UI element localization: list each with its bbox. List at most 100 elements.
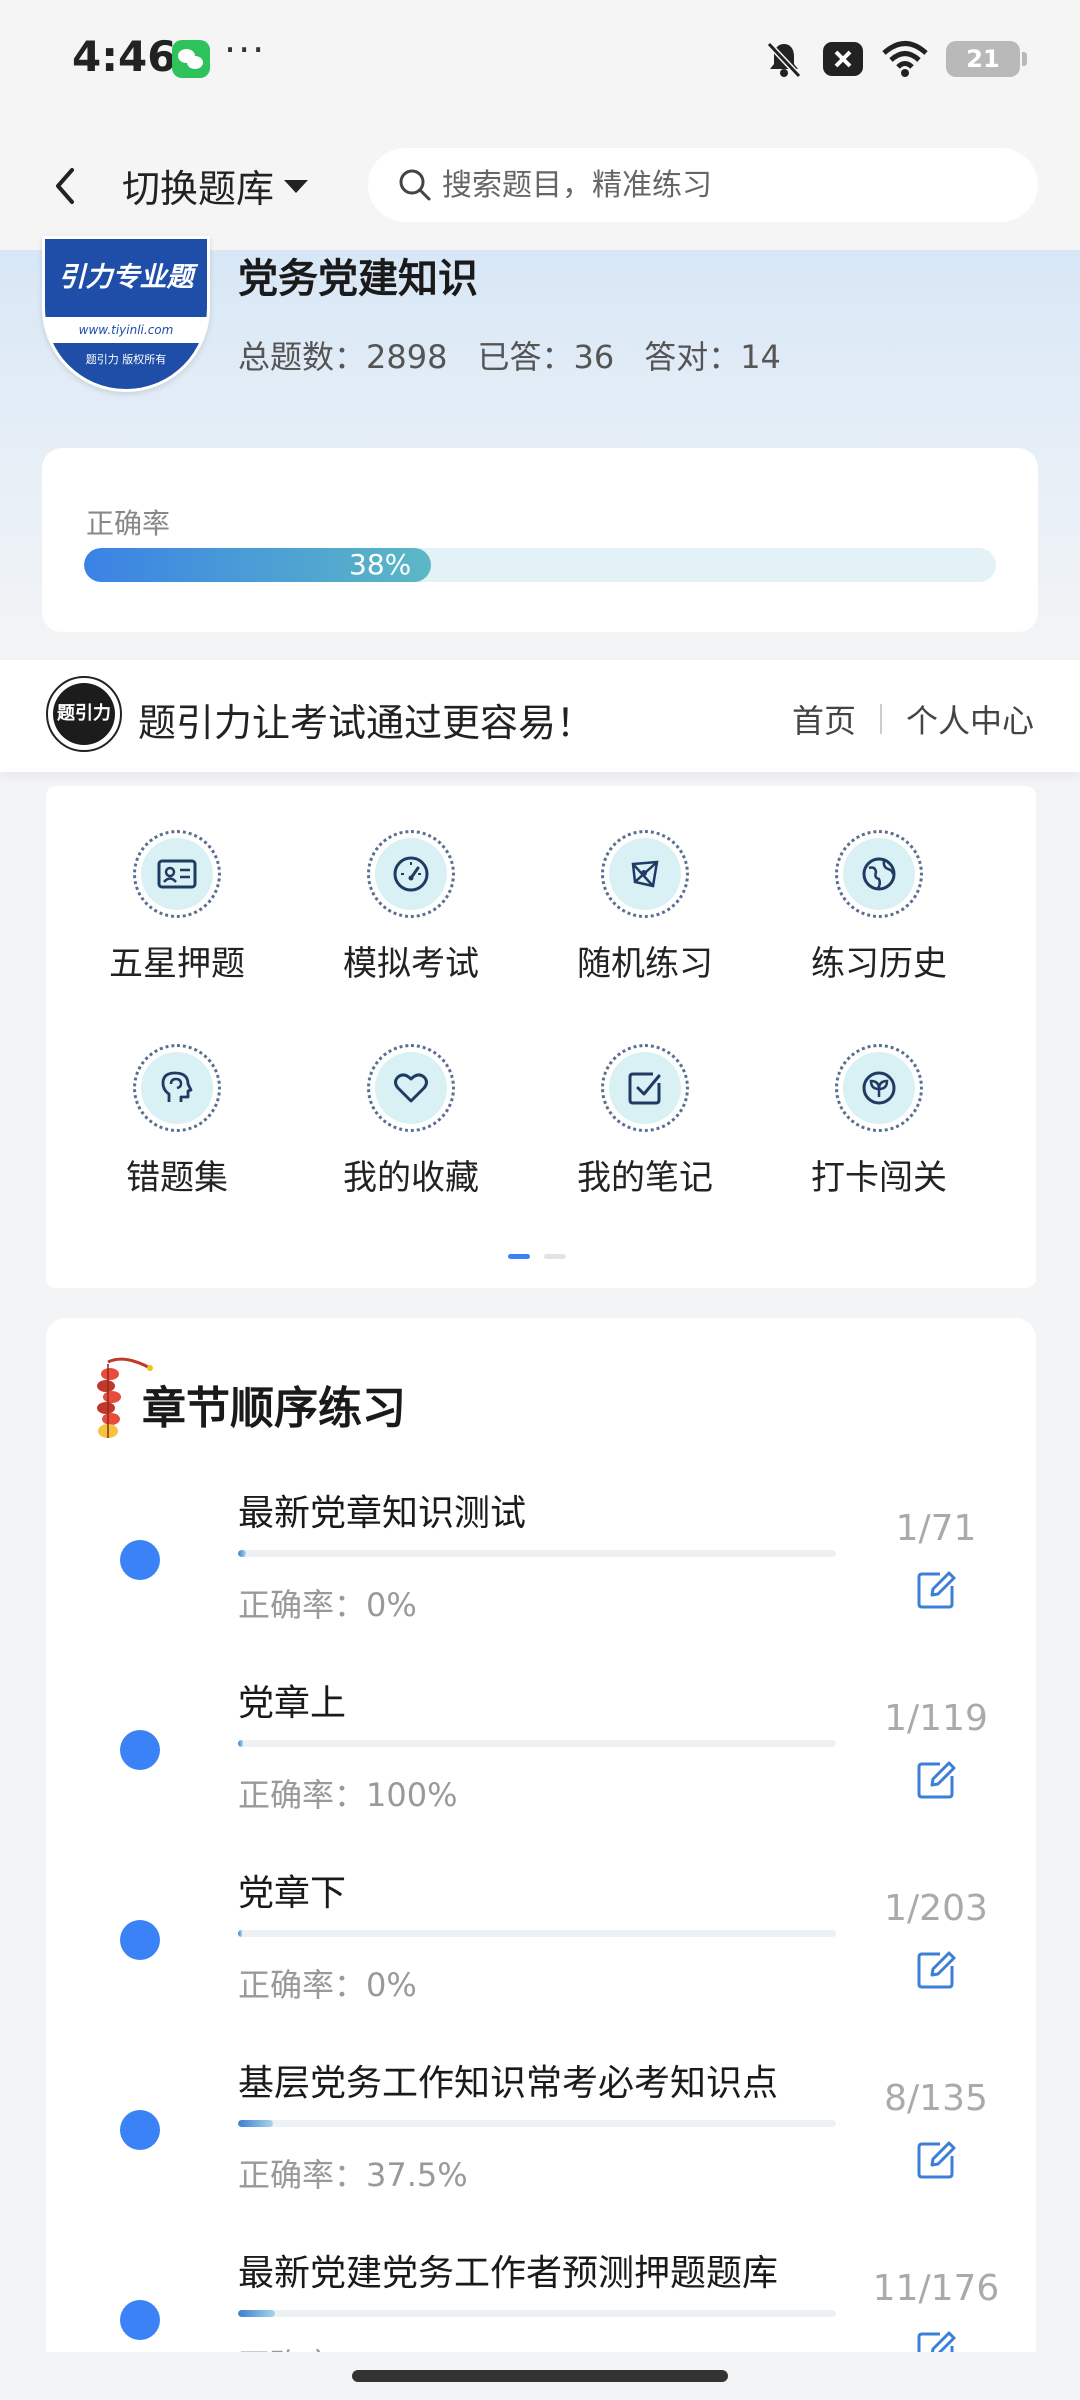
function-grid: 五星押题 模拟考试 随机练习 练习历史 错题集 我的收藏 我的笔记 打卡闯关 [46, 786, 1036, 1288]
chapter-count: 1/71 [895, 1508, 977, 1549]
ad-logo: 题引力 [46, 676, 122, 752]
chapter-progress-fill [238, 2120, 273, 2127]
grid-icon-ring [835, 1044, 923, 1132]
chapter-dot [120, 1730, 160, 1770]
accuracy-percent: 38% [349, 548, 412, 581]
bank-logo-copyright: 题引力 版权所有 [45, 343, 207, 389]
section-title: 章节顺序练习 [142, 1383, 406, 1434]
chapter-row[interactable]: 党章下 正确率：0% 1/203 [0, 1860, 1080, 2050]
function-label: 练习历史 [811, 944, 947, 984]
ad-slogan: 题引力让考试通过更容易！ [138, 701, 595, 745]
chapter-progress-bar [238, 1740, 836, 1747]
note-check-icon [628, 1072, 661, 1105]
chapter-title: 党章下 [238, 1873, 347, 1914]
grid-icon-ring [367, 1044, 455, 1132]
grid-icon-ring [601, 1044, 689, 1132]
home-indicator[interactable] [352, 2370, 728, 2382]
chapter-dot [120, 1920, 160, 1960]
bank-logo: 引力专业题 www.tiyinli.com 题引力 版权所有 [42, 236, 210, 392]
search-icon [399, 169, 431, 201]
chapter-progress-bar [238, 1930, 836, 1937]
chapter-accuracy: 正确率：100% [238, 1776, 458, 1814]
function-wrong-questions[interactable]: 错题集 [60, 1044, 294, 1199]
edit-icon[interactable] [914, 1948, 958, 1992]
chapter-accuracy: 正确率：37.5% [238, 2156, 468, 2194]
heart-icon [394, 1073, 428, 1103]
function-random-practice[interactable]: 随机练习 [528, 830, 762, 985]
status-time: 4:46 [72, 32, 177, 81]
chapter-title: 最新党章知识测试 [238, 1493, 527, 1534]
chapter-row[interactable]: 基层党务工作知识常考必考知识点 正确率：37.5% 8/135 [0, 2050, 1080, 2240]
accuracy-progress-bar: 38% [84, 548, 996, 582]
chapter-row[interactable]: 党章上 正确率：100% 1/119 [0, 1670, 1080, 1860]
accuracy-label: 正确率 [86, 507, 171, 540]
switch-bank-button[interactable]: 切换题库 [122, 158, 309, 213]
chapter-dot [120, 2110, 160, 2150]
function-notes[interactable]: 我的笔记 [528, 1044, 762, 1199]
chapter-progress-fill [238, 1740, 243, 1747]
sprout-icon [862, 1071, 896, 1105]
chapter-title: 基层党务工作知识常考必考知识点 [238, 2063, 779, 2104]
function-five-star[interactable]: 五星押题 [60, 830, 294, 985]
grid-icon-ring [835, 830, 923, 918]
link-divider [879, 704, 882, 734]
chapter-accuracy: 正确率：0% [238, 1966, 417, 2004]
id-card-icon [157, 859, 197, 889]
function-label: 我的收藏 [343, 1158, 479, 1198]
page-indicator [508, 1254, 566, 1259]
function-mock-exam[interactable]: 模拟考试 [294, 830, 528, 985]
function-label: 我的笔记 [577, 1158, 713, 1198]
grid-icon-ring [601, 830, 689, 918]
accuracy-card [42, 448, 1038, 632]
chapter-dot [120, 1540, 160, 1580]
function-label: 随机练习 [577, 944, 713, 984]
search-input[interactable] [442, 167, 1002, 203]
grid-icon-ring [133, 830, 221, 918]
chapter-title: 党章上 [238, 1683, 347, 1724]
status-icons: 21 [764, 36, 1027, 82]
function-label: 打卡闯关 [811, 1158, 947, 1198]
switch-bank-label: 切换题库 [122, 167, 275, 211]
chapter-count: 1/119 [884, 1698, 988, 1739]
chapter-row[interactable]: 最新党章知识测试 正确率：0% 1/71 [0, 1480, 1080, 1670]
search-box[interactable] [368, 148, 1038, 222]
ad-logo-text: 题引力 [53, 683, 115, 745]
chapter-title: 最新党建党务工作者预测押题题库 [238, 2253, 779, 2294]
grid-icon-ring [133, 1044, 221, 1132]
battery-icon: 21 [946, 41, 1027, 77]
battery-level: 21 [966, 45, 1000, 73]
head-icon [161, 1071, 193, 1102]
function-label: 模拟考试 [343, 944, 479, 984]
chapter-accuracy: 正确率：0% [238, 1586, 417, 1624]
function-history[interactable]: 练习历史 [762, 830, 996, 985]
grid-icon-ring [367, 830, 455, 918]
page-dot-active [508, 1254, 530, 1259]
chapter-progress-fill [238, 1550, 246, 1557]
page-dot [544, 1254, 566, 1259]
total-count: 总题数：2898 [238, 338, 448, 376]
edit-icon[interactable] [914, 2138, 958, 2182]
back-arrow-icon[interactable] [44, 160, 88, 212]
more-dots-icon: ··· [224, 28, 267, 72]
edit-icon[interactable] [914, 1758, 958, 1802]
profile-link[interactable]: 个人中心 [906, 696, 1034, 742]
bank-title: 党务党建知识 [238, 256, 478, 302]
chapter-count: 8/135 [884, 2078, 988, 2119]
chapter-progress-bar [238, 2310, 836, 2317]
gauge-icon [393, 856, 429, 892]
chapter-count: 11/176 [872, 2268, 1000, 2309]
chapter-progress-fill [238, 1930, 242, 1937]
chapter-count: 1/203 [884, 1888, 988, 1929]
network-icon [631, 860, 659, 888]
edit-icon[interactable] [914, 1568, 958, 1612]
globe-icon [862, 857, 896, 891]
correct-count: 答对：14 [644, 338, 781, 376]
bank-logo-title: 引力专业题 [45, 239, 207, 317]
home-link[interactable]: 首页 [792, 696, 856, 742]
chapter-dot [120, 2300, 160, 2340]
function-check-in[interactable]: 打卡闯关 [762, 1044, 996, 1199]
function-label: 五星押题 [109, 944, 245, 984]
answered-count: 已答：36 [477, 338, 615, 376]
function-favorites[interactable]: 我的收藏 [294, 1044, 528, 1199]
bank-stats: 总题数：2898 已答：36 答对：14 [238, 332, 781, 378]
